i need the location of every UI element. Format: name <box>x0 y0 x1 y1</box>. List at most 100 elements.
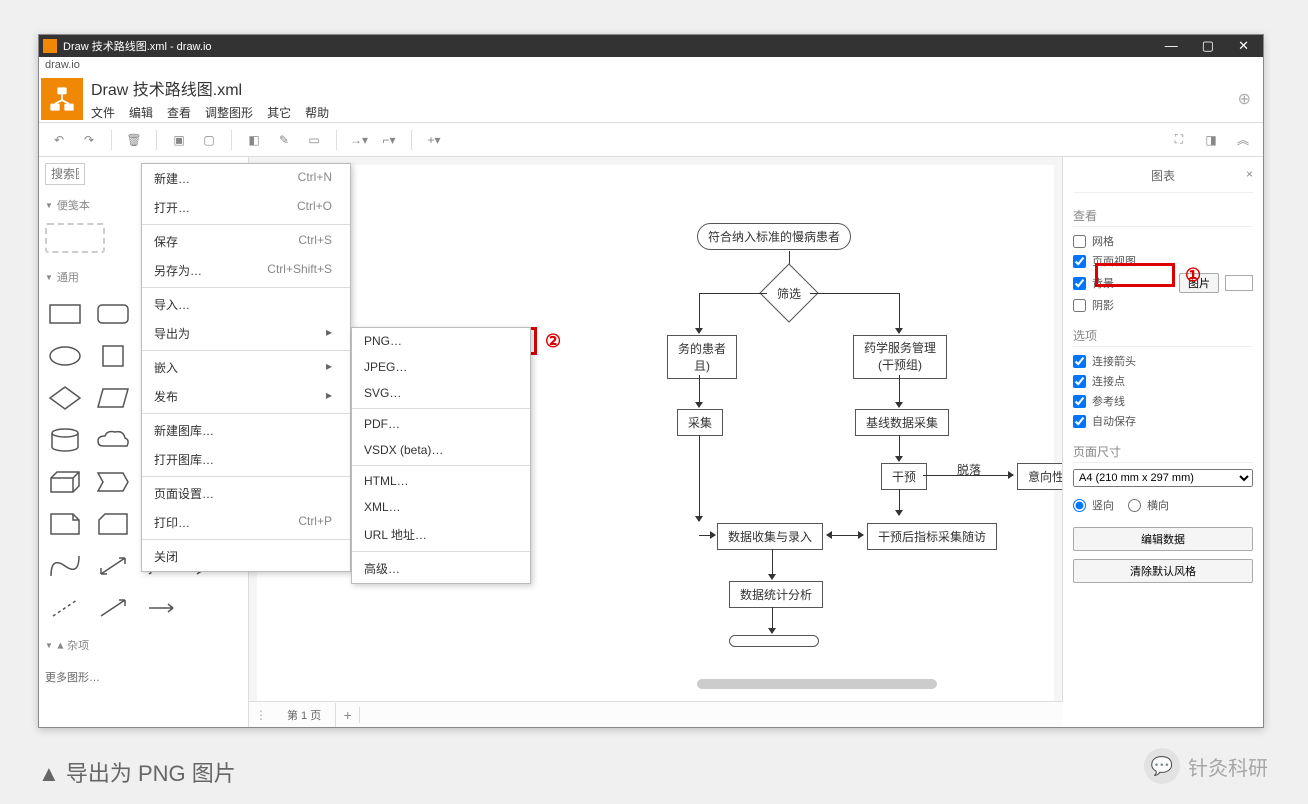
menu-item-new[interactable]: 新建…Ctrl+N <box>142 164 350 193</box>
fc-node-right2[interactable]: 基线数据采集 <box>855 409 949 436</box>
menu-item-newlib[interactable]: 新建图库… <box>142 416 350 445</box>
export-url[interactable]: URL 地址… <box>352 520 530 549</box>
shape-curve[interactable] <box>45 549 85 583</box>
menu-item-print[interactable]: 打印…Ctrl+P <box>142 508 350 537</box>
fc-node-analysis[interactable]: 意向性分析 <box>1017 463 1063 490</box>
checkbox-guide[interactable]: 参考线 <box>1073 393 1253 409</box>
scratchpad-drop[interactable] <box>45 223 105 253</box>
menu-file[interactable]: 文件 <box>91 104 115 121</box>
shape-roundrect[interactable] <box>93 297 133 331</box>
menu-help[interactable]: 帮助 <box>305 104 329 121</box>
collapse-icon[interactable]: ︽ <box>1231 128 1255 152</box>
shape-square[interactable] <box>93 339 133 373</box>
line-color-icon[interactable]: ✎ <box>272 128 296 152</box>
shape-diamond[interactable] <box>45 381 85 415</box>
more-shapes-link[interactable]: 更多图形… <box>45 669 242 685</box>
add-page-button[interactable]: + <box>336 707 360 723</box>
menu-arrange[interactable]: 调整图形 <box>205 104 253 121</box>
shape-parallelogram[interactable] <box>93 381 133 415</box>
shape-conn[interactable] <box>141 591 181 625</box>
search-input[interactable] <box>45 163 85 185</box>
export-html[interactable]: HTML… <box>352 468 530 494</box>
menu-item-embed[interactable]: 嵌入▸ <box>142 353 350 382</box>
menu-edit[interactable]: 编辑 <box>129 104 153 121</box>
export-xml[interactable]: XML… <box>352 494 530 520</box>
page-size-select[interactable]: A4 (210 mm x 297 mm) <box>1073 469 1253 487</box>
shape-arrow-line[interactable] <box>93 591 133 625</box>
checkbox-conn-arrow[interactable]: 连接箭头 <box>1073 353 1253 369</box>
shape-note[interactable] <box>45 507 85 541</box>
add-icon[interactable]: +▾ <box>422 128 446 152</box>
fc-node-start[interactable]: 符合纳入标准的慢病患者 <box>697 223 851 250</box>
radio-portrait[interactable]: 竖向 <box>1073 497 1114 513</box>
globe-icon[interactable]: ⊕ <box>1238 89 1251 109</box>
export-svg[interactable]: SVG… <box>352 380 530 406</box>
shape-rect[interactable] <box>45 297 85 331</box>
checkbox-pageview[interactable]: 页面视图 <box>1073 253 1253 269</box>
menu-extras[interactable]: 其它 <box>267 104 291 121</box>
fc-node-datacollect[interactable]: 数据收集与录入 <box>717 523 823 550</box>
menu-item-pagesetup[interactable]: 页面设置… <box>142 479 350 508</box>
format-panel-icon[interactable]: ◨ <box>1199 128 1223 152</box>
undo-icon[interactable]: ↶ <box>47 128 71 152</box>
fill-color-icon[interactable]: ◧ <box>242 128 266 152</box>
connection-icon[interactable]: →▾ <box>347 128 371 152</box>
clear-default-button[interactable]: 清除默认风格 <box>1073 559 1253 583</box>
menu-item-openlib[interactable]: 打开图库… <box>142 445 350 474</box>
checkbox-grid[interactable]: 网格 <box>1073 233 1253 249</box>
menu-item-open[interactable]: 打开…Ctrl+O <box>142 193 350 222</box>
radio-landscape[interactable]: 横向 <box>1128 497 1169 513</box>
panel-tab-diagram[interactable]: 图表 <box>1151 169 1175 183</box>
maximize-button[interactable]: ▢ <box>1202 38 1214 54</box>
horizontal-scrollbar[interactable] <box>697 679 937 689</box>
tabs-grip-icon[interactable]: ⋮ <box>249 708 273 722</box>
menu-item-save[interactable]: 保存Ctrl+S <box>142 227 350 256</box>
export-vsdx[interactable]: VSDX (beta)… <box>352 437 530 463</box>
shadow-icon[interactable]: ▭ <box>302 128 326 152</box>
shape-step[interactable] <box>93 465 133 499</box>
export-pdf[interactable]: PDF… <box>352 411 530 437</box>
fc-node-right1[interactable]: 药学服务管理 (干预组) <box>853 335 947 379</box>
shape-biarrow[interactable] <box>93 549 133 583</box>
fc-node-stats[interactable]: 数据统计分析 <box>729 581 823 608</box>
menu-item-export[interactable]: 导出为▸ <box>142 319 350 348</box>
export-advanced[interactable]: 高级… <box>352 554 530 583</box>
checkbox-autosave[interactable]: 自动保存 <box>1073 413 1253 429</box>
shape-cloud[interactable] <box>93 423 133 457</box>
bg-color-swatch[interactable] <box>1225 275 1253 291</box>
waypoint-icon[interactable]: ⌐▾ <box>377 128 401 152</box>
close-button[interactable]: ✕ <box>1238 38 1249 54</box>
to-front-icon[interactable]: ▣ <box>167 128 191 152</box>
export-png[interactable]: PNG… <box>352 328 530 354</box>
fc-node-intervention[interactable]: 干预 <box>881 463 927 490</box>
menu-view[interactable]: 查看 <box>167 104 191 121</box>
to-back-icon[interactable]: ▢ <box>197 128 221 152</box>
export-jpeg[interactable]: JPEG… <box>352 354 530 380</box>
redo-icon[interactable]: ↷ <box>77 128 101 152</box>
shape-cube[interactable] <box>45 465 85 499</box>
delete-icon[interactable]: 🗑 <box>122 128 146 152</box>
minimize-button[interactable]: — <box>1165 38 1178 54</box>
panel-section-options: 选项 <box>1073 327 1253 347</box>
edit-data-button[interactable]: 编辑数据 <box>1073 527 1253 551</box>
shape-dashline[interactable] <box>45 591 85 625</box>
page-tab-1[interactable]: 第 1 页 <box>273 703 336 727</box>
fc-node-left1[interactable]: 务的患者且) <box>667 335 737 379</box>
shape-ellipse2[interactable] <box>45 339 85 373</box>
shape-card[interactable] <box>93 507 133 541</box>
fc-node-followup[interactable]: 干预后指标采集随访 <box>867 523 997 550</box>
export-submenu: PNG… JPEG… SVG… PDF… VSDX (beta)… HTML… … <box>351 327 531 584</box>
fc-node-end[interactable] <box>729 635 819 647</box>
checkbox-conn-point[interactable]: 连接点 <box>1073 373 1253 389</box>
fullscreen-icon[interactable]: ⛶ <box>1167 128 1191 152</box>
menu-item-import[interactable]: 导入… <box>142 290 350 319</box>
menu-item-saveas[interactable]: 另存为…Ctrl+Shift+S <box>142 256 350 285</box>
panel-close-icon[interactable]: × <box>1246 167 1253 181</box>
fc-node-left2[interactable]: 采集 <box>677 409 723 436</box>
shape-cylinder[interactable] <box>45 423 85 457</box>
checkbox-background[interactable]: 背景 图片 <box>1073 273 1253 293</box>
checkbox-shadow[interactable]: 阴影 <box>1073 297 1253 313</box>
panel-section-pagesize: 页面尺寸 <box>1073 443 1253 463</box>
menu-item-publish[interactable]: 发布▸ <box>142 382 350 411</box>
menu-item-close[interactable]: 关闭 <box>142 542 350 571</box>
